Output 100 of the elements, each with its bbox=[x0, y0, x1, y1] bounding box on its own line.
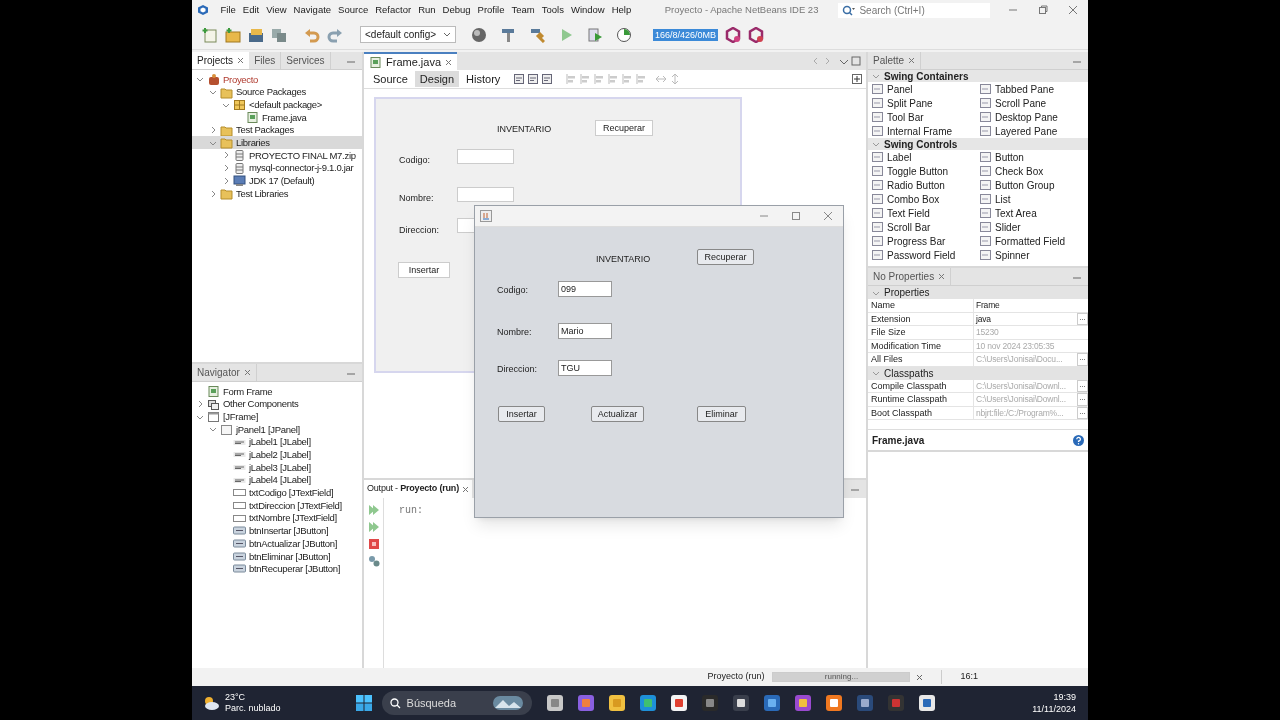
menu-item[interactable]: Run bbox=[414, 2, 440, 18]
text-field[interactable]: 099 bbox=[558, 281, 612, 297]
component-item[interactable]: Password Field bbox=[887, 247, 956, 263]
component-item[interactable]: Split Pane bbox=[887, 95, 933, 111]
component-item[interactable]: Tabbed Pane bbox=[995, 81, 1054, 97]
component-item[interactable]: Text Field bbox=[887, 205, 930, 221]
recover-button[interactable]: Recuperar bbox=[697, 249, 754, 265]
tree-item[interactable]: Other Components bbox=[223, 399, 299, 409]
menu-item[interactable]: Profile bbox=[474, 2, 508, 18]
component-item[interactable]: Progress Bar bbox=[887, 233, 946, 249]
property-value[interactable]: Frame bbox=[974, 299, 1077, 312]
view-title-tab[interactable]: Services bbox=[281, 52, 331, 69]
tree-item[interactable]: txtCodigo [JTextField] bbox=[249, 488, 334, 498]
form-button[interactable]: Eliminar bbox=[697, 406, 746, 422]
component-item[interactable]: Desktop Pane bbox=[995, 109, 1058, 125]
clock-time: 19:39 bbox=[1053, 691, 1076, 703]
text-field[interactable]: TGU bbox=[558, 360, 612, 376]
menu-item[interactable]: Window bbox=[567, 2, 609, 18]
memory-meter[interactable]: 166/8/426/0MB bbox=[653, 28, 719, 41]
tree-item[interactable]: jLabel3 [JLabel] bbox=[249, 462, 311, 473]
tree-item[interactable]: btnActualizar [JButton] bbox=[249, 538, 338, 549]
component-item[interactable]: Button Group bbox=[995, 177, 1055, 193]
component-item[interactable]: Spinner bbox=[995, 247, 1030, 263]
tree-item[interactable]: Test Libraries bbox=[236, 188, 289, 199]
weather-label: Parc. nublado bbox=[225, 703, 281, 714]
property-name: Runtime Classpath bbox=[868, 393, 974, 406]
menu-item[interactable]: View bbox=[262, 2, 291, 18]
tree-item[interactable]: txtDireccion [JTextField] bbox=[249, 500, 342, 511]
view-tab[interactable]: Design bbox=[414, 71, 460, 87]
tree-item[interactable]: jLabel1 [JLabel] bbox=[249, 437, 311, 447]
editor-tab[interactable]: Frame.java bbox=[364, 52, 458, 70]
window-title: Proyecto - Apache NetBeans IDE 23 bbox=[664, 2, 819, 17]
view-title-tab[interactable]: Files bbox=[249, 52, 282, 69]
search-field[interactable]: Search (Ctrl+I) bbox=[838, 2, 991, 18]
tree-item[interactable]: Source Packages bbox=[236, 87, 306, 97]
menu-item[interactable]: Source bbox=[334, 2, 372, 18]
property-name: Extension bbox=[868, 312, 974, 325]
text-field[interactable]: Mario bbox=[558, 323, 612, 339]
component-item[interactable]: Radio Button bbox=[887, 177, 945, 193]
component-item[interactable]: Button bbox=[995, 149, 1024, 165]
tree-item[interactable]: Libraries bbox=[236, 138, 270, 148]
menu-item[interactable]: Edit bbox=[239, 2, 263, 18]
tree-item[interactable]: jLabel2 [JLabel] bbox=[249, 450, 311, 460]
menu-item[interactable]: Navigate bbox=[290, 2, 335, 18]
config-dropdown[interactable]: <default config> bbox=[360, 26, 456, 43]
component-item[interactable]: Check Box bbox=[995, 163, 1044, 179]
tree-item[interactable]: btnRecuperar [JButton] bbox=[249, 564, 341, 574]
component-item[interactable]: Slider bbox=[995, 219, 1021, 235]
tree-item[interactable]: jLabel4 [JLabel] bbox=[249, 475, 311, 485]
taskbar-search-field[interactable]: Búsqueda bbox=[381, 691, 532, 715]
tree-item[interactable]: mysql-connector-j-9.1.0.jar bbox=[249, 163, 354, 173]
caret-position: 16:1 bbox=[960, 670, 978, 684]
component-item[interactable]: Tool Bar bbox=[887, 109, 924, 125]
component-item[interactable]: Internal Frame bbox=[887, 123, 953, 139]
component-item[interactable]: Layered Pane bbox=[995, 123, 1058, 139]
tree-item[interactable]: txtNombre [JTextField] bbox=[249, 513, 337, 523]
tree-item[interactable]: Test Packages bbox=[236, 125, 294, 135]
tree-item[interactable]: jPanel1 [JPanel] bbox=[236, 424, 300, 435]
taskbar-search-input[interactable]: Búsqueda bbox=[406, 694, 487, 712]
component-item[interactable]: Scroll Pane bbox=[995, 95, 1047, 111]
clock-date: 11/11/2024 bbox=[1032, 703, 1076, 715]
menu-item[interactable]: Team bbox=[508, 2, 539, 18]
recover-button[interactable]: Recuperar bbox=[595, 120, 653, 136]
menu-item[interactable]: File bbox=[217, 2, 240, 18]
component-item[interactable]: Label bbox=[887, 149, 912, 165]
tree-item[interactable]: Proyecto bbox=[223, 74, 259, 85]
view-tab[interactable]: History bbox=[461, 71, 506, 87]
tree-item[interactable]: PROYECTO FINAL M7.zip bbox=[249, 150, 356, 161]
property-value[interactable]: java bbox=[974, 312, 1077, 325]
component-item[interactable]: List bbox=[995, 191, 1011, 207]
progress-label: running... bbox=[823, 673, 860, 681]
menu-item[interactable]: Tools bbox=[538, 2, 568, 18]
search-input[interactable]: Search (Ctrl+I) bbox=[859, 2, 987, 18]
tree-item[interactable]: JDK 17 (Default) bbox=[249, 176, 315, 186]
task-label: Proyecto (run) bbox=[707, 670, 765, 684]
form-title: INVENTARIO bbox=[596, 253, 651, 266]
tree-item[interactable]: Frame.java bbox=[262, 112, 307, 123]
output-tab[interactable]: Output - Proyecto (run) bbox=[364, 480, 472, 498]
component-item[interactable]: Panel bbox=[887, 81, 913, 97]
form-label: Direccion: bbox=[399, 224, 439, 237]
tree-item[interactable]: <default package> bbox=[249, 99, 323, 110]
browse-button[interactable]: ... bbox=[1077, 312, 1088, 325]
component-item[interactable]: Scroll Bar bbox=[887, 219, 931, 235]
view-tab[interactable]: Source bbox=[368, 71, 413, 87]
tree-item[interactable]: Form Frame bbox=[223, 386, 273, 397]
component-item[interactable]: Text Area bbox=[995, 205, 1037, 221]
tree-item[interactable]: btnEliminar [JButton] bbox=[249, 551, 331, 562]
menu-item[interactable]: Refactor bbox=[371, 2, 415, 18]
component-item[interactable]: Combo Box bbox=[887, 191, 940, 207]
menu-item[interactable]: Help bbox=[608, 2, 635, 18]
view-title-tab[interactable]: Projects bbox=[192, 52, 250, 69]
component-item[interactable]: Toggle Button bbox=[887, 163, 949, 179]
form-button[interactable]: Actualizar bbox=[591, 406, 644, 422]
tree-item[interactable]: btnInsertar [JButton] bbox=[249, 526, 329, 536]
tree-item[interactable]: [JFrame] bbox=[223, 411, 259, 422]
form-button[interactable]: Insertar bbox=[498, 406, 545, 422]
menu-item[interactable]: Debug bbox=[439, 2, 475, 18]
insert-button[interactable]: Insertar bbox=[398, 262, 450, 278]
description-title: Frame.java bbox=[872, 433, 925, 448]
component-item[interactable]: Formatted Field bbox=[995, 233, 1066, 249]
